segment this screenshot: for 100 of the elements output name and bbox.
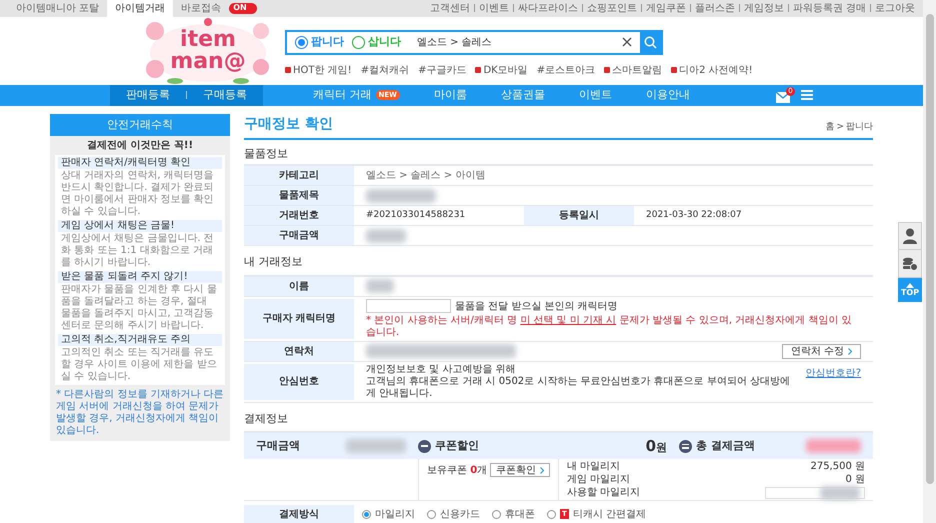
warning-link[interactable]: 미 선택 및 미 기재 시	[520, 314, 616, 326]
hot-tag-link[interactable]: DK모바일	[475, 62, 528, 78]
hot-tag-link[interactable]: 디아2 사전예약!	[671, 62, 753, 78]
mileage-label: 게임 마일리지	[567, 473, 630, 487]
panel-note: * 다른사람의 정보를 기재하거나 다른 게임 서버에 거래신청을 하여 문제가 발생할 경우, 거래신청자에게 책임이 있습니다.	[55, 388, 225, 437]
top-link[interactable]: 게임쿠폰	[646, 0, 686, 16]
row-label: 등록일시	[559, 209, 599, 223]
redacted-value	[820, 486, 860, 500]
chevron-icon	[848, 348, 852, 354]
row-label: 카테고리	[279, 169, 319, 183]
my-info-button[interactable]	[898, 222, 922, 250]
top-tab[interactable]: 아이템매니아 포탈	[8, 0, 108, 17]
nav-link[interactable]: 판매등록	[126, 86, 170, 104]
person-icon	[903, 228, 917, 244]
nav-link[interactable]: 구매등록	[203, 86, 247, 104]
top-link[interactable]: 플러스존	[694, 0, 735, 16]
hot-tag-link[interactable]: HOT한 게임!	[285, 62, 352, 78]
minus-icon	[418, 440, 431, 452]
currency-unit: 원	[656, 440, 667, 456]
trade-number: #2021033014588231	[365, 208, 466, 222]
safe-number-text: 고객님의 휴대폰으로 거래 시 0502로 시작하는 무료안심번호가 휴대폰으로 부여되어 상대방에게 안내됩니다.	[366, 376, 792, 400]
badge-icon	[604, 67, 610, 74]
redacted-value	[366, 188, 436, 202]
section-title: 결제정보	[244, 410, 289, 426]
top-link[interactable]: 쇼핑포인트	[586, 0, 637, 16]
rule-heading: 판매자 연락처/캐릭터명 확인	[58, 157, 222, 169]
hot-tag-link[interactable]: #구글카드	[418, 62, 466, 78]
logo-text: man@	[170, 50, 246, 73]
mileage-label: 사용할 마일리지	[567, 486, 640, 500]
check-coupon-button[interactable]: 쿠폰확인	[490, 463, 550, 477]
breadcrumb-link[interactable]: 홈	[825, 121, 834, 134]
payment-method-radio[interactable]: 휴대폰	[492, 506, 535, 522]
row-label: 구매자 캐릭터명	[262, 312, 336, 326]
close-icon[interactable]	[622, 37, 632, 48]
chevron-icon	[540, 466, 544, 474]
breadcrumb-current: 팝니다	[846, 121, 873, 134]
top-link[interactable]: 파워등록권 경매	[792, 0, 866, 16]
top-button[interactable]: TOP	[898, 278, 922, 302]
safe-number-link[interactable]: 안심번호란?	[806, 366, 861, 380]
hot-tag-link[interactable]: #컬쳐캐쉬	[360, 62, 410, 78]
section-title: 내 거래정보	[244, 254, 304, 270]
row-label: 결제방식	[279, 508, 319, 522]
panel-title: 안전거래수칙	[50, 114, 230, 136]
mileage-value: 0 원	[845, 473, 865, 487]
hot-tag-link[interactable]: #로스트아크	[536, 62, 596, 78]
edit-contact-button[interactable]: 연락처 수정	[782, 344, 861, 358]
rule-heading: 고의적 취소,직거래유도 주의	[58, 334, 222, 346]
coins-button[interactable]	[898, 250, 922, 278]
quick-access-label: 바로접속	[180, 2, 222, 16]
search-icon	[644, 36, 657, 49]
rule-text: 상대 거래자의 연락처, 캐릭터명을 반드시 확인합니다. 결제가 완료되면 마이룸에서 판매자 정보를 확인하실 수 있습니다.	[60, 169, 215, 218]
scrollbar[interactable]	[923, 0, 936, 523]
coupon-amount: 0	[646, 436, 656, 457]
badge-icon	[671, 67, 678, 74]
nav-link[interactable]: 이용안내	[646, 86, 690, 104]
badge-icon	[285, 67, 291, 74]
top-link[interactable]: 이벤트	[478, 0, 509, 16]
hot-tag-link[interactable]: 스마트알림	[604, 62, 662, 78]
breadcrumb-separator: >	[836, 121, 844, 134]
payment-method-radio[interactable]: 마일리지	[362, 506, 415, 522]
top-link[interactable]: 싸다프라이스	[518, 0, 578, 16]
search-mode-radio[interactable]: 삽니다	[352, 34, 401, 51]
coupons-count: 0	[470, 464, 478, 478]
search-mode-radio[interactable]: 팝니다	[295, 34, 344, 51]
menu-icon[interactable]	[801, 90, 813, 100]
equals-icon	[679, 440, 692, 452]
redacted-value	[366, 228, 406, 242]
row-label: 물품제목	[279, 189, 319, 203]
nav-link[interactable]: 상품권몰	[500, 86, 545, 104]
top-link[interactable]: 게임정보	[744, 0, 784, 16]
character-name-field[interactable]	[366, 299, 451, 313]
rule-heading: 받은 물품 되돌려 주지 않기!	[58, 271, 222, 283]
section-title: 물품정보	[244, 146, 289, 162]
rule-text: 게임상에서 채팅은 금물입니다. 전화 통화 또는 1:1 대화함으로 거래를 하시기 바랍니다.	[60, 232, 215, 269]
price-label: 구매금액	[256, 438, 301, 454]
badge-icon	[475, 67, 482, 74]
payment-method-radio[interactable]: 신용카드	[427, 506, 480, 522]
rule-text: 고의적인 취소 또는 직거래를 유도할 경우 사이트 이용에 제한을 받으실 수 있습니다.	[60, 346, 218, 383]
toggle-switch[interactable]: ON	[229, 2, 258, 14]
rule-text: 판매자가 물품을 인계한 후 다시 물품을 돌려달라고 하는 경우, 절대 물품을 돌려주지 마시고, 고객감동센터로 문의해 주시기 바랍니다.	[60, 283, 218, 332]
panel-subtitle: 결제전에 이것만은 꼭!!	[86, 139, 194, 153]
redacted-value	[806, 439, 861, 453]
safe-number-text: 개인정보보호 및 사고예방을 위해	[366, 364, 517, 376]
search-field[interactable]: 팝니다 삽니다 엘소드 > 솔레스	[285, 30, 663, 55]
redacted-value	[366, 279, 394, 293]
search-button[interactable]	[640, 32, 661, 53]
row-label: 연락처	[284, 344, 314, 358]
nav-link[interactable]: 이벤트	[578, 86, 612, 104]
logo[interactable]: item man@	[145, 16, 271, 85]
warning-text: * 본인이 사용하는 서버/캐릭터 명 미 선택 및 미 기재 시 문제가 발생될 수 있으며, 거래신청자에게 책임이 있습니다.	[366, 314, 853, 338]
mileage-field[interactable]	[765, 486, 865, 498]
nav-link[interactable]: 마이룸	[434, 86, 467, 104]
coins-icon	[902, 256, 918, 270]
row-label: 거래번호	[279, 209, 319, 223]
total-label: 총 결제금액	[696, 438, 756, 454]
top-link[interactable]: 로그아웃	[875, 0, 915, 16]
row-label: 안심번호	[279, 375, 319, 389]
top-link[interactable]: 고객센터	[430, 0, 470, 16]
coupons-unit: 개	[477, 464, 488, 478]
top-tab[interactable]: 아이템거래	[107, 0, 174, 17]
